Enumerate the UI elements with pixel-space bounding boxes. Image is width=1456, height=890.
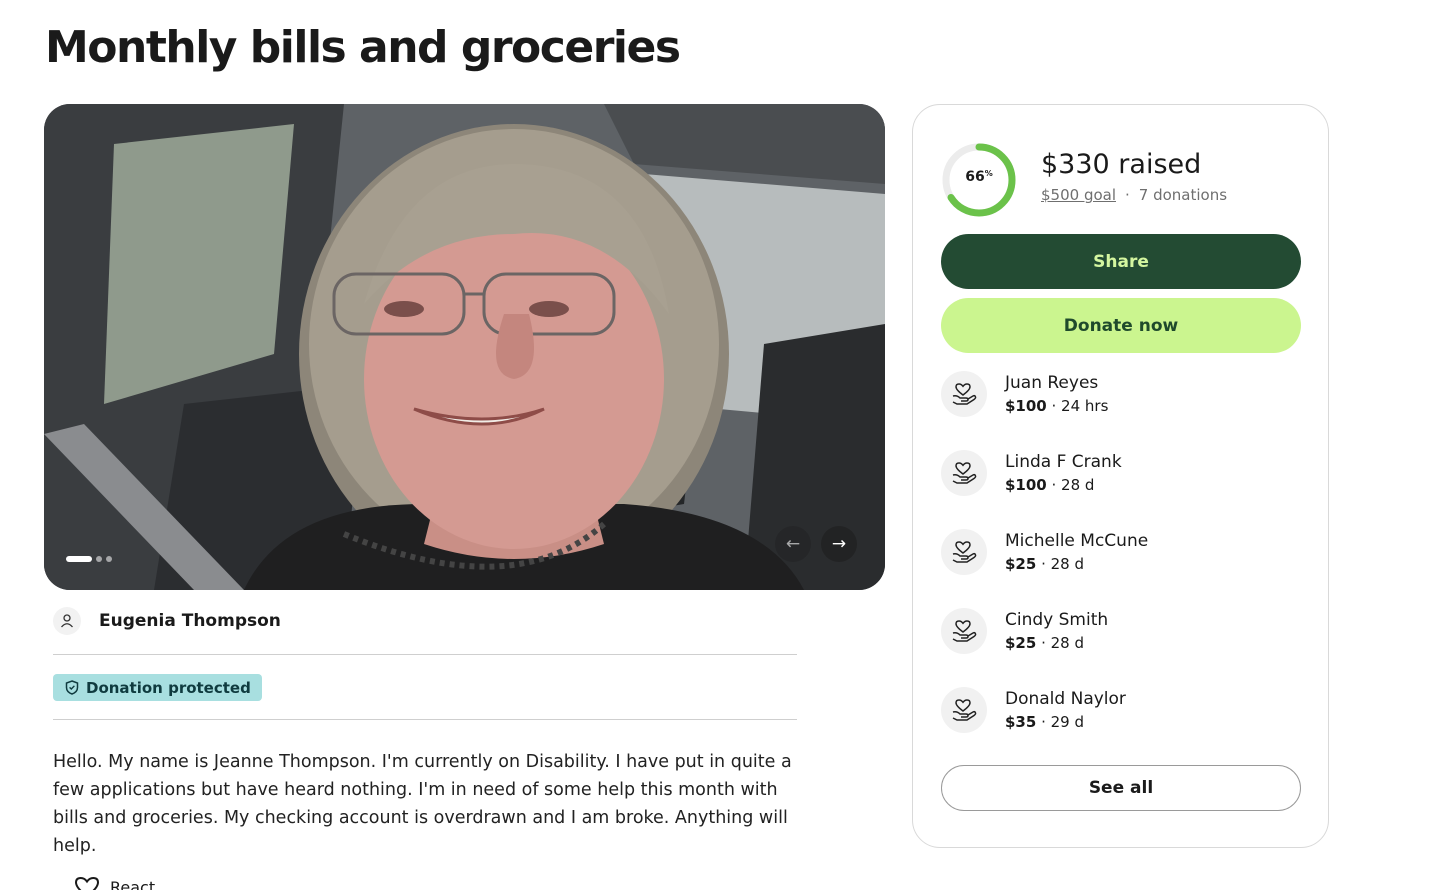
divider (53, 654, 797, 655)
donation-protected-badge[interactable]: Donation protected (53, 674, 262, 701)
organizer-name: Eugenia Thompson (99, 611, 281, 631)
campaign-photo-illustration (44, 104, 885, 590)
donor-name: Linda F Crank (1005, 452, 1122, 472)
share-button[interactable]: Share (941, 234, 1301, 289)
donation-meta: $100 · 28 d (1005, 476, 1095, 494)
react-label: React (110, 877, 156, 890)
divider (53, 719, 797, 720)
donation-meta: $25 · 28 d (1005, 555, 1084, 573)
organizer: Eugenia Thompson (53, 607, 281, 635)
avatar[interactable] (53, 607, 81, 635)
donate-now-button[interactable]: Donate now (941, 298, 1301, 353)
donor-name: Juan Reyes (1005, 373, 1099, 393)
user-icon (61, 614, 73, 628)
donor-name: Donald Naylor (1005, 689, 1126, 709)
donation-item: Donald Naylor $35 · 29 d (941, 687, 1301, 766)
heart-hand-icon (941, 608, 987, 654)
arrow-left-icon: ← (785, 534, 801, 554)
see-all-button[interactable]: See all (941, 765, 1301, 811)
carousel-dot[interactable] (96, 556, 102, 562)
campaign-photo[interactable] (44, 104, 885, 590)
heart-hand-icon (941, 450, 987, 496)
donation-item: Cindy Smith $25 · 28 d (941, 608, 1301, 687)
campaign-title: Monthly bills and groceries (45, 22, 681, 73)
carousel-dot[interactable] (106, 556, 112, 562)
goal-line: $500 goal · 7 donations (1041, 186, 1227, 204)
goal-link[interactable]: $500 goal (1041, 186, 1116, 204)
campaign-story: Hello. My name is Jeanne Thompson. I'm c… (53, 752, 792, 856)
donation-meta: $35 · 29 d (1005, 713, 1084, 731)
heart-hand-icon (941, 687, 987, 733)
separator: · (1125, 186, 1130, 204)
recent-donations-list: Juan Reyes $100 · 24 hrs Linda F Crank $… (941, 371, 1301, 766)
shield-icon (65, 680, 79, 695)
heart-hand-icon (941, 529, 987, 575)
donor-name: Michelle McCune (1005, 531, 1149, 551)
amount-raised: $330 raised (1041, 149, 1202, 180)
progress-percent: 66% (965, 169, 993, 185)
progress-ring: 66% (941, 142, 1017, 218)
heart-hand-icon (941, 371, 987, 417)
carousel-dot-active[interactable] (66, 556, 92, 562)
donation-card: 66% $330 raised $500 goal · 7 donations Sh… (912, 104, 1329, 848)
donation-item: Linda F Crank $100 · 28 d (941, 450, 1301, 529)
donation-item: Juan Reyes $100 · 24 hrs (941, 371, 1301, 450)
donor-name: Cindy Smith (1005, 610, 1109, 630)
carousel-indicators (66, 556, 112, 562)
donation-item: Michelle McCune $25 · 28 d (941, 529, 1301, 608)
carousel-prev-button[interactable]: ← (775, 526, 811, 562)
arrow-right-icon: → (831, 534, 847, 554)
heart-icon (74, 876, 100, 890)
donation-meta: $25 · 28 d (1005, 634, 1084, 652)
donations-count: 7 donations (1138, 186, 1228, 204)
carousel-next-button[interactable]: → (821, 526, 857, 562)
react-button[interactable]: React (74, 876, 155, 890)
donation-meta: $100 · 24 hrs (1005, 397, 1109, 415)
badge-label: Donation protected (86, 678, 251, 697)
